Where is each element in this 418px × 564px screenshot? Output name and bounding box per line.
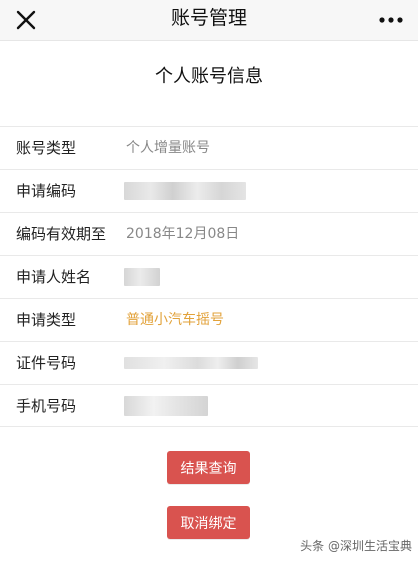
- redacted-value: [124, 182, 246, 200]
- row-label: 证件号码: [16, 354, 77, 372]
- row-label: 申请编码: [16, 182, 77, 200]
- more-icon[interactable]: [376, 6, 406, 34]
- redacted-value: [124, 268, 160, 286]
- nav-title: 账号管理: [170, 7, 247, 29]
- row-label: 账号类型: [16, 139, 77, 157]
- row-label: 手机号码: [16, 397, 77, 415]
- row-phone-number: 手机号码: [0, 384, 418, 427]
- row-applicant-name: 申请人姓名: [0, 255, 418, 298]
- row-id-number: 证件号码: [0, 341, 418, 384]
- row-code-valid-until: 编码有效期至 2018年12月08日: [0, 212, 418, 255]
- account-info-list: 账号类型 个人增量账号 申请编码 编码有效期至 2018年12月08日 申请人姓…: [0, 126, 418, 427]
- row-account-type: 账号类型 个人增量账号: [0, 126, 418, 169]
- section-title: 个人账号信息: [155, 66, 263, 87]
- watermark: 头条 @深圳生活宝典: [300, 539, 412, 553]
- page: 账号管理 个人账号信息 账号类型 个人增量账号 申请编码 编码有效期至 2018…: [0, 0, 418, 564]
- row-value: 2018年12月08日: [126, 226, 240, 242]
- unbind-button[interactable]: 取消绑定: [167, 506, 250, 539]
- row-application-type: 申请类型 普通小汽车摇号: [0, 298, 418, 341]
- row-application-code: 申请编码: [0, 169, 418, 212]
- row-label: 申请人姓名: [16, 268, 92, 286]
- row-value: 普通小汽车摇号: [126, 312, 224, 328]
- query-result-button[interactable]: 结果查询: [167, 451, 250, 484]
- redacted-value: [124, 396, 208, 416]
- row-label: 申请类型: [16, 311, 77, 329]
- row-value: 个人增量账号: [126, 140, 210, 156]
- top-nav-bar: 账号管理: [0, 0, 418, 41]
- redacted-value: [124, 357, 258, 369]
- row-label: 编码有效期至: [16, 225, 107, 243]
